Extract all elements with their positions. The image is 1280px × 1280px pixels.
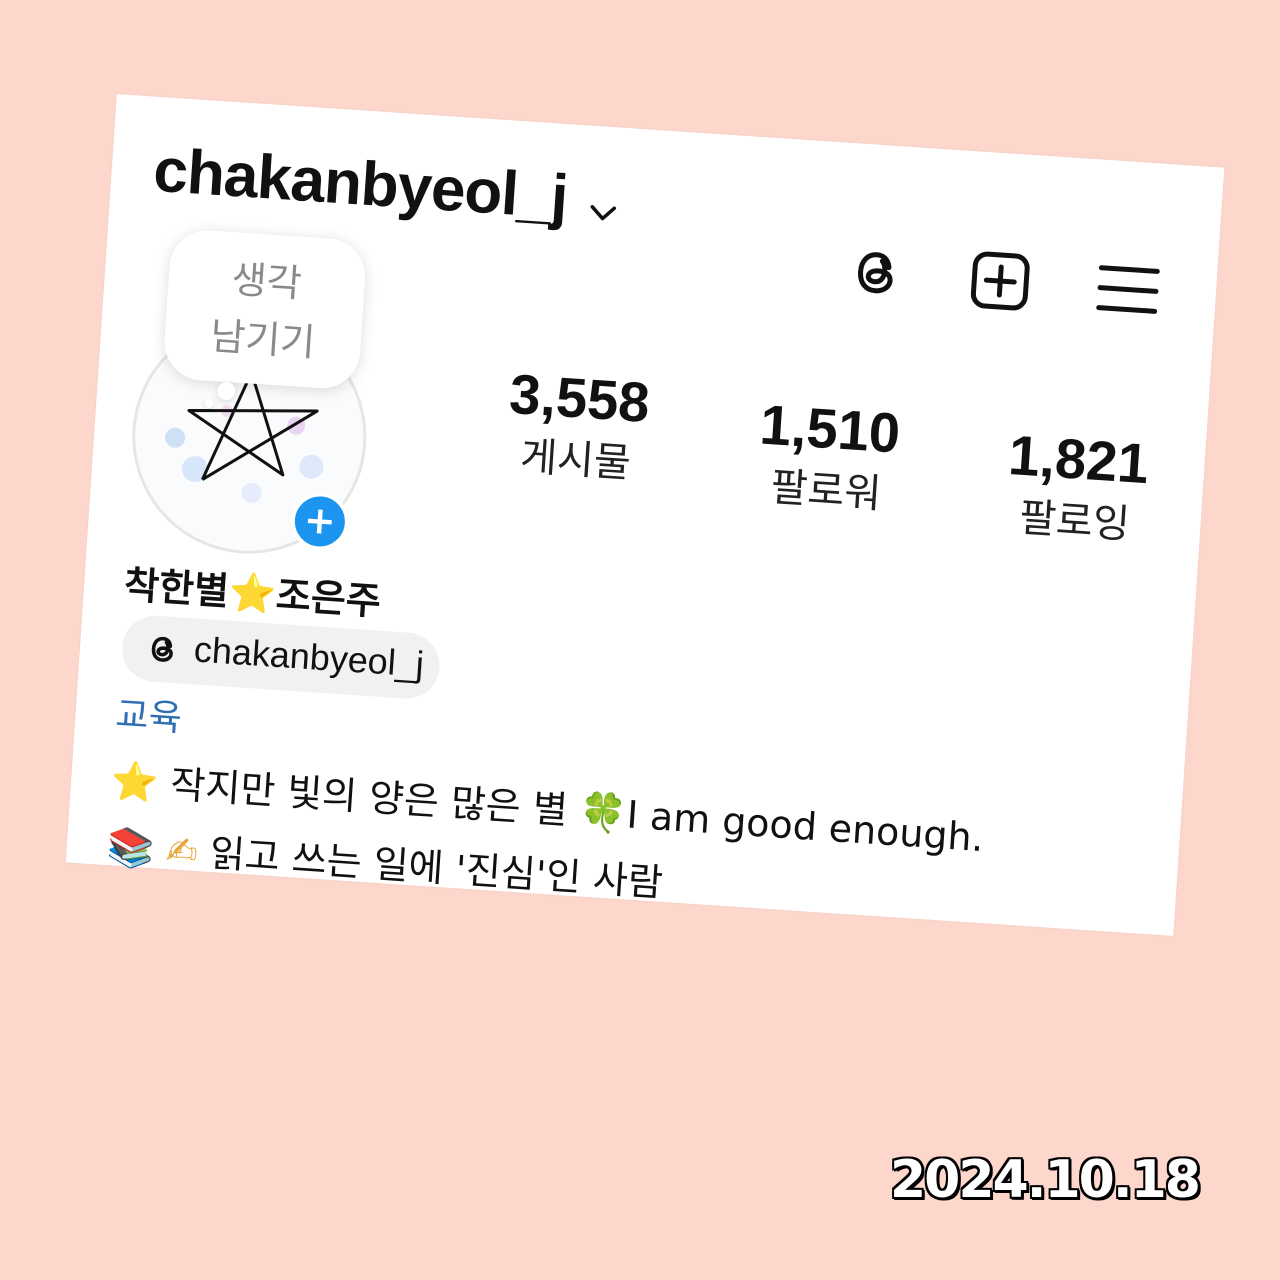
clover-emoji: 🍀 <box>578 789 629 837</box>
bio-line-1-text-2: I am good enough. <box>625 792 986 861</box>
books-emoji: 📚 <box>105 824 156 872</box>
stat-following-count: 1,821 <box>1006 423 1151 496</box>
bio-line-2-text: 읽고 쓰는 일에 '진심'인 사람 <box>208 830 665 905</box>
stat-posts[interactable]: 3,558 게시물 <box>474 359 682 496</box>
note-line-2: 남기기 <box>209 313 317 365</box>
threads-icon <box>151 636 173 662</box>
profile-screenshot-card: chakanbyeol_j + 생각 남기기 3,558 게시물 1,510 팔… <box>65 94 1225 936</box>
bio-line-1-text: 작지만 빛의 양은 많은 별 <box>169 762 570 833</box>
stat-following[interactable]: 1,821 팔로잉 <box>973 420 1181 557</box>
threads-icon[interactable] <box>843 239 911 307</box>
display-name-part1: 착한별 <box>122 562 231 614</box>
profile-username[interactable]: chakanbyeol_j <box>151 135 569 233</box>
display-name: 착한별⭐조은주 <box>123 554 383 626</box>
profile-category[interactable]: 교육 <box>114 685 184 741</box>
note-bubble[interactable]: 생각 남기기 <box>162 228 368 391</box>
writing-hand-emoji: ✍ <box>164 828 200 875</box>
threads-handle: chakanbyeol_j <box>192 628 426 685</box>
stat-followers-count: 1,510 <box>758 392 903 465</box>
star-emoji: ⭐ <box>227 569 278 617</box>
stat-posts-count: 3,558 <box>507 361 652 434</box>
date-stamp: 2024.10.18 <box>890 1150 1201 1210</box>
plus-square-icon[interactable] <box>966 247 1034 315</box>
display-name-part2: 조은주 <box>274 572 383 624</box>
chevron-down-icon[interactable] <box>587 202 618 226</box>
hamburger-menu-icon[interactable] <box>1094 255 1162 323</box>
threads-profile-link[interactable]: chakanbyeol_j <box>119 613 442 701</box>
star-emoji: ⭐ <box>109 758 160 806</box>
stat-followers[interactable]: 1,510 팔로워 <box>724 390 932 527</box>
